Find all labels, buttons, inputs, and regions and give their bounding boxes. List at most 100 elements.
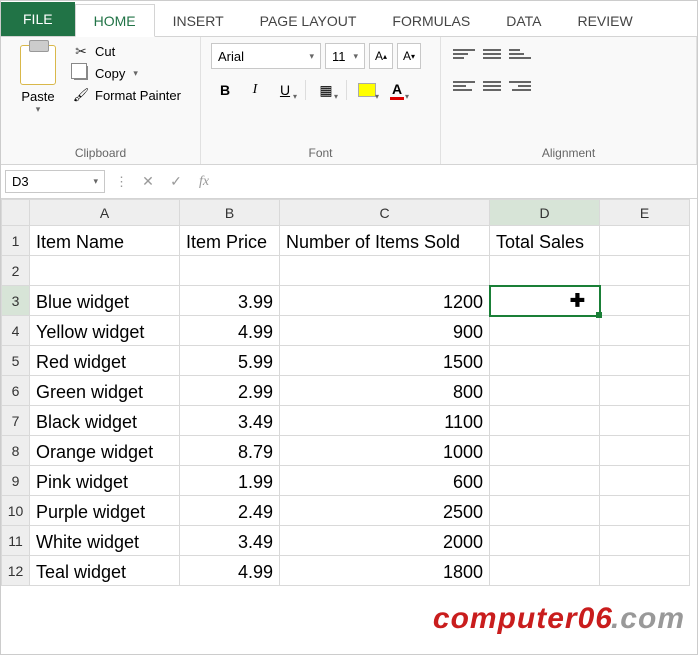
bold-button[interactable]: B bbox=[211, 77, 239, 103]
cancel-formula-button[interactable]: ✕ bbox=[134, 173, 162, 190]
cell-D8[interactable] bbox=[490, 436, 600, 466]
cell-C2[interactable] bbox=[280, 256, 490, 286]
row-header[interactable]: 1 bbox=[2, 226, 30, 256]
border-button[interactable]: ▾ bbox=[312, 77, 340, 103]
cell-C11[interactable]: 2000 bbox=[280, 526, 490, 556]
spreadsheet-grid[interactable]: A B C D E 1Item NameItem PriceNumber of … bbox=[1, 199, 697, 586]
font-size-select[interactable]: 11 ▾ bbox=[325, 43, 365, 69]
align-right-button[interactable] bbox=[507, 75, 533, 97]
cell-A11[interactable]: White widget bbox=[30, 526, 180, 556]
cell-B11[interactable]: 3.49 bbox=[180, 526, 280, 556]
cell-E10[interactable] bbox=[600, 496, 690, 526]
cell-D7[interactable] bbox=[490, 406, 600, 436]
cell-A8[interactable]: Orange widget bbox=[30, 436, 180, 466]
cell-A12[interactable]: Teal widget bbox=[30, 556, 180, 586]
cell-B8[interactable]: 8.79 bbox=[180, 436, 280, 466]
chevron-down-icon[interactable]: ▾ bbox=[133, 68, 138, 79]
formula-input[interactable] bbox=[218, 179, 697, 185]
align-top-button[interactable] bbox=[451, 43, 477, 65]
name-box[interactable]: D3 ▾ bbox=[5, 170, 105, 193]
tab-data[interactable]: DATA bbox=[488, 5, 559, 36]
row-header[interactable]: 2 bbox=[2, 256, 30, 286]
row-header[interactable]: 9 bbox=[2, 466, 30, 496]
accept-formula-button[interactable]: ✓ bbox=[162, 173, 190, 190]
font-color-button[interactable]: A▾ bbox=[383, 77, 411, 103]
cell-A1[interactable]: Item Name bbox=[30, 226, 180, 256]
cell-A10[interactable]: Purple widget bbox=[30, 496, 180, 526]
tab-insert[interactable]: INSERT bbox=[155, 5, 242, 36]
cell-D3[interactable]: ✚ bbox=[490, 286, 600, 316]
cell-B4[interactable]: 4.99 bbox=[180, 316, 280, 346]
cell-B7[interactable]: 3.49 bbox=[180, 406, 280, 436]
row-header[interactable]: 6 bbox=[2, 376, 30, 406]
col-header-C[interactable]: C bbox=[280, 200, 490, 226]
cell-E2[interactable] bbox=[600, 256, 690, 286]
align-center-button[interactable] bbox=[479, 75, 505, 97]
cell-C8[interactable]: 1000 bbox=[280, 436, 490, 466]
italic-button[interactable]: I bbox=[241, 77, 269, 103]
cell-A9[interactable]: Pink widget bbox=[30, 466, 180, 496]
cell-E1[interactable] bbox=[600, 226, 690, 256]
cell-E4[interactable] bbox=[600, 316, 690, 346]
tab-page-layout[interactable]: PAGE LAYOUT bbox=[242, 5, 375, 36]
cell-D12[interactable] bbox=[490, 556, 600, 586]
cell-B6[interactable]: 2.99 bbox=[180, 376, 280, 406]
cell-A3[interactable]: Blue widget bbox=[30, 286, 180, 316]
increase-font-button[interactable]: A▴ bbox=[369, 43, 393, 69]
cell-B9[interactable]: 1.99 bbox=[180, 466, 280, 496]
cell-A4[interactable]: Yellow widget bbox=[30, 316, 180, 346]
underline-button[interactable]: U▾ bbox=[271, 77, 299, 103]
cut-button[interactable]: Cut bbox=[73, 43, 181, 59]
cell-C10[interactable]: 2500 bbox=[280, 496, 490, 526]
row-header[interactable]: 12 bbox=[2, 556, 30, 586]
cell-B5[interactable]: 5.99 bbox=[180, 346, 280, 376]
chevron-down-icon[interactable]: ▾ bbox=[36, 104, 41, 115]
cell-E7[interactable] bbox=[600, 406, 690, 436]
row-header[interactable]: 4 bbox=[2, 316, 30, 346]
cell-D9[interactable] bbox=[490, 466, 600, 496]
align-left-button[interactable] bbox=[451, 75, 477, 97]
cell-C3[interactable]: 1200 bbox=[280, 286, 490, 316]
row-header[interactable]: 11 bbox=[2, 526, 30, 556]
col-header-A[interactable]: A bbox=[30, 200, 180, 226]
cell-D11[interactable] bbox=[490, 526, 600, 556]
align-middle-button[interactable] bbox=[479, 43, 505, 65]
tab-home[interactable]: HOME bbox=[75, 4, 155, 37]
cell-E3[interactable] bbox=[600, 286, 690, 316]
row-header[interactable]: 3 bbox=[2, 286, 30, 316]
cell-D5[interactable] bbox=[490, 346, 600, 376]
cell-C5[interactable]: 1500 bbox=[280, 346, 490, 376]
cell-C4[interactable]: 900 bbox=[280, 316, 490, 346]
cell-B10[interactable]: 2.49 bbox=[180, 496, 280, 526]
cell-A6[interactable]: Green widget bbox=[30, 376, 180, 406]
fill-color-button[interactable]: ▾ bbox=[353, 77, 381, 103]
cell-D6[interactable] bbox=[490, 376, 600, 406]
cell-C12[interactable]: 1800 bbox=[280, 556, 490, 586]
cell-C1[interactable]: Number of Items Sold bbox=[280, 226, 490, 256]
cell-C9[interactable]: 600 bbox=[280, 466, 490, 496]
cell-A2[interactable] bbox=[30, 256, 180, 286]
row-header[interactable]: 10 bbox=[2, 496, 30, 526]
paste-button[interactable]: Paste ▾ bbox=[11, 43, 65, 115]
col-header-B[interactable]: B bbox=[180, 200, 280, 226]
cell-D4[interactable] bbox=[490, 316, 600, 346]
cell-C6[interactable]: 800 bbox=[280, 376, 490, 406]
cell-A7[interactable]: Black widget bbox=[30, 406, 180, 436]
cell-E9[interactable] bbox=[600, 466, 690, 496]
cell-D10[interactable] bbox=[490, 496, 600, 526]
row-header[interactable]: 5 bbox=[2, 346, 30, 376]
row-header[interactable]: 7 bbox=[2, 406, 30, 436]
select-all-corner[interactable] bbox=[2, 200, 30, 226]
col-header-E[interactable]: E bbox=[600, 200, 690, 226]
font-name-select[interactable]: Arial ▾ bbox=[211, 43, 321, 69]
cell-B1[interactable]: Item Price bbox=[180, 226, 280, 256]
align-bottom-button[interactable] bbox=[507, 43, 533, 65]
cell-E5[interactable] bbox=[600, 346, 690, 376]
cell-D2[interactable] bbox=[490, 256, 600, 286]
fx-button[interactable]: fx bbox=[190, 174, 218, 190]
row-header[interactable]: 8 bbox=[2, 436, 30, 466]
decrease-font-button[interactable]: A▾ bbox=[397, 43, 421, 69]
col-header-D[interactable]: D bbox=[490, 200, 600, 226]
cell-B12[interactable]: 4.99 bbox=[180, 556, 280, 586]
format-painter-button[interactable]: Format Painter bbox=[73, 87, 181, 103]
